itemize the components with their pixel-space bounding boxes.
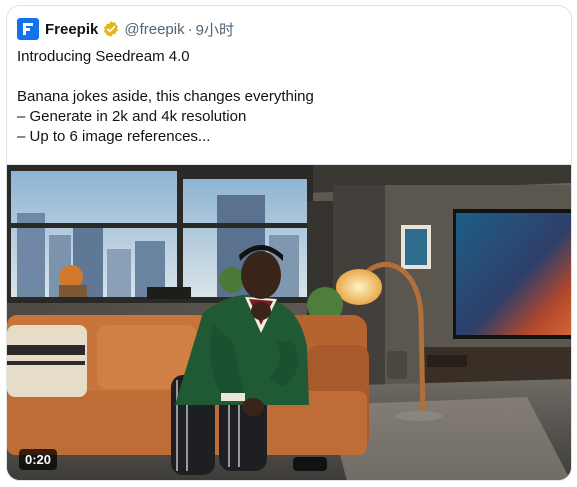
tweet-text: Introducing Seedream 4.0 Banana jokes as… — [17, 47, 562, 147]
author-handle[interactable]: @freepik — [124, 21, 184, 38]
tweet-text-line: – Up to 6 image references... — [17, 128, 211, 145]
video-frame-image — [7, 165, 571, 480]
separator-dot: · — [187, 20, 193, 38]
freepik-logo-icon[interactable] — [17, 18, 39, 40]
tweet-card[interactable]: Freepik @freepik · 9小时 Introducing Seedr… — [6, 5, 572, 481]
video-duration-badge: 0:20 — [19, 449, 58, 470]
video-player[interactable]: 0:20 — [7, 164, 571, 480]
tweet-text-blank-line — [17, 67, 562, 87]
tweet-text-line: Introducing Seedream 4.0 — [17, 48, 190, 65]
tweet-header: Freepik @freepik · 9小时 — [17, 18, 234, 40]
post-time[interactable]: 9小时 — [196, 19, 234, 40]
author-name[interactable]: Freepik — [45, 21, 98, 38]
verified-badge-icon — [104, 21, 119, 37]
tweet-text-line: – Generate in 2k and 4k resolution — [17, 108, 247, 125]
tweet-text-line: Banana jokes aside, this changes everyth… — [17, 88, 314, 105]
